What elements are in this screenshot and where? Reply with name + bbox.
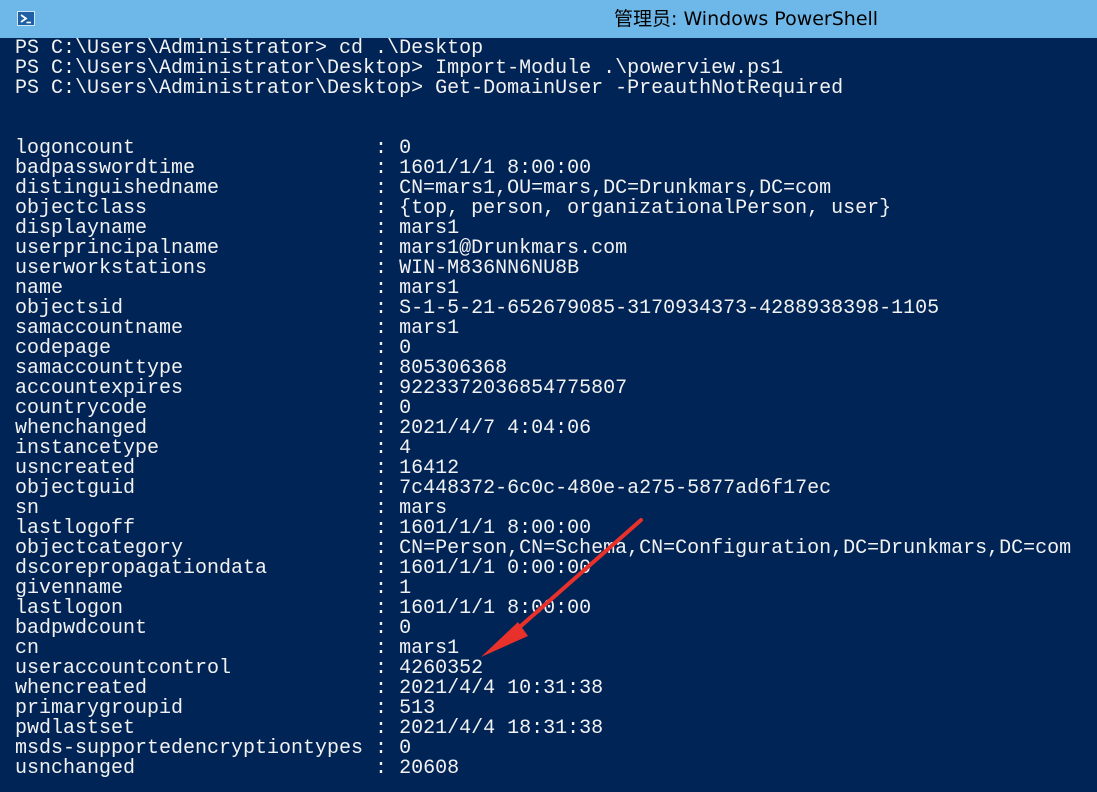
console-line: lastlogoff : 1601/1/1 8:00:00 [15, 517, 592, 540]
console-line: usnchanged : 20608 [15, 757, 460, 780]
console-line: objectguid : 7c448372-6c0c-480e-a275-587… [15, 477, 832, 500]
console-line: whenchanged : 2021/4/7 4:04:06 [15, 417, 592, 440]
console-line: badpasswordtime : 1601/1/1 8:00:00 [15, 157, 592, 180]
console-line: accountexpires : 9223372036854775807 [15, 377, 628, 400]
console-line: objectclass : {top, person, organization… [15, 197, 892, 220]
powershell-window: 管理员: Windows PowerShell PS C:\Users\Admi… [0, 0, 1097, 792]
console-line: PS C:\Users\Administrator\Desktop> Impor… [15, 57, 784, 80]
console-line: useraccountcontrol : 4260352 [15, 657, 484, 680]
console-line: distinguishedname : CN=mars1,OU=mars,DC=… [15, 177, 832, 200]
console-line: usncreated : 16412 [15, 457, 460, 480]
console-line: PS C:\Users\Administrator\Desktop> Get-D… [15, 77, 844, 100]
console-line: pwdlastset : 2021/4/4 18:31:38 [15, 717, 604, 740]
console-line: samaccounttype : 805306368 [15, 357, 508, 380]
console-line: msds-supportedencryptiontypes : 0 [15, 737, 412, 760]
console-line: PS C:\Users\Administrator> cd .\Desktop [15, 38, 484, 60]
powershell-icon[interactable] [17, 11, 35, 26]
console-line: displayname : mars1 [15, 217, 460, 240]
console-line: badpwdcount : 0 [15, 617, 412, 640]
console-line: name : mars1 [15, 277, 460, 300]
console-line: whencreated : 2021/4/4 10:31:38 [15, 677, 604, 700]
console-line: userworkstations : WIN-M836NN6NU8B [15, 257, 580, 280]
console-line: lastlogon : 1601/1/1 8:00:00 [15, 597, 592, 620]
console-line: codepage : 0 [15, 337, 412, 360]
console-line: cn : mars1 [15, 637, 460, 660]
console-line: countrycode : 0 [15, 397, 412, 420]
console-line: dscorepropagationdata : 1601/1/1 0:00:00 [15, 557, 592, 580]
title-bar[interactable]: 管理员: Windows PowerShell [0, 0, 1097, 38]
window-title: 管理员: Windows PowerShell [614, 8, 879, 30]
console-line: userprincipalname : mars1@Drunkmars.com [15, 237, 628, 260]
console-line: instancetype : 4 [15, 437, 412, 460]
console-line: samaccountname : mars1 [15, 317, 460, 340]
console-area[interactable]: PS C:\Users\Administrator> cd .\Desktop P… [0, 38, 1097, 792]
console-line: givenname : 1 [15, 577, 412, 600]
console-line: sn : mars [15, 497, 448, 520]
console-line: objectcategory : CN=Person,CN=Schema,CN=… [15, 537, 1072, 560]
console-output: PS C:\Users\Administrator> cd .\Desktop P… [15, 39, 1071, 779]
console-line: objectsid : S-1-5-21-652679085-317093437… [15, 297, 940, 320]
console-line: logoncount : 0 [15, 137, 412, 160]
console-line: primarygroupid : 513 [15, 697, 436, 720]
